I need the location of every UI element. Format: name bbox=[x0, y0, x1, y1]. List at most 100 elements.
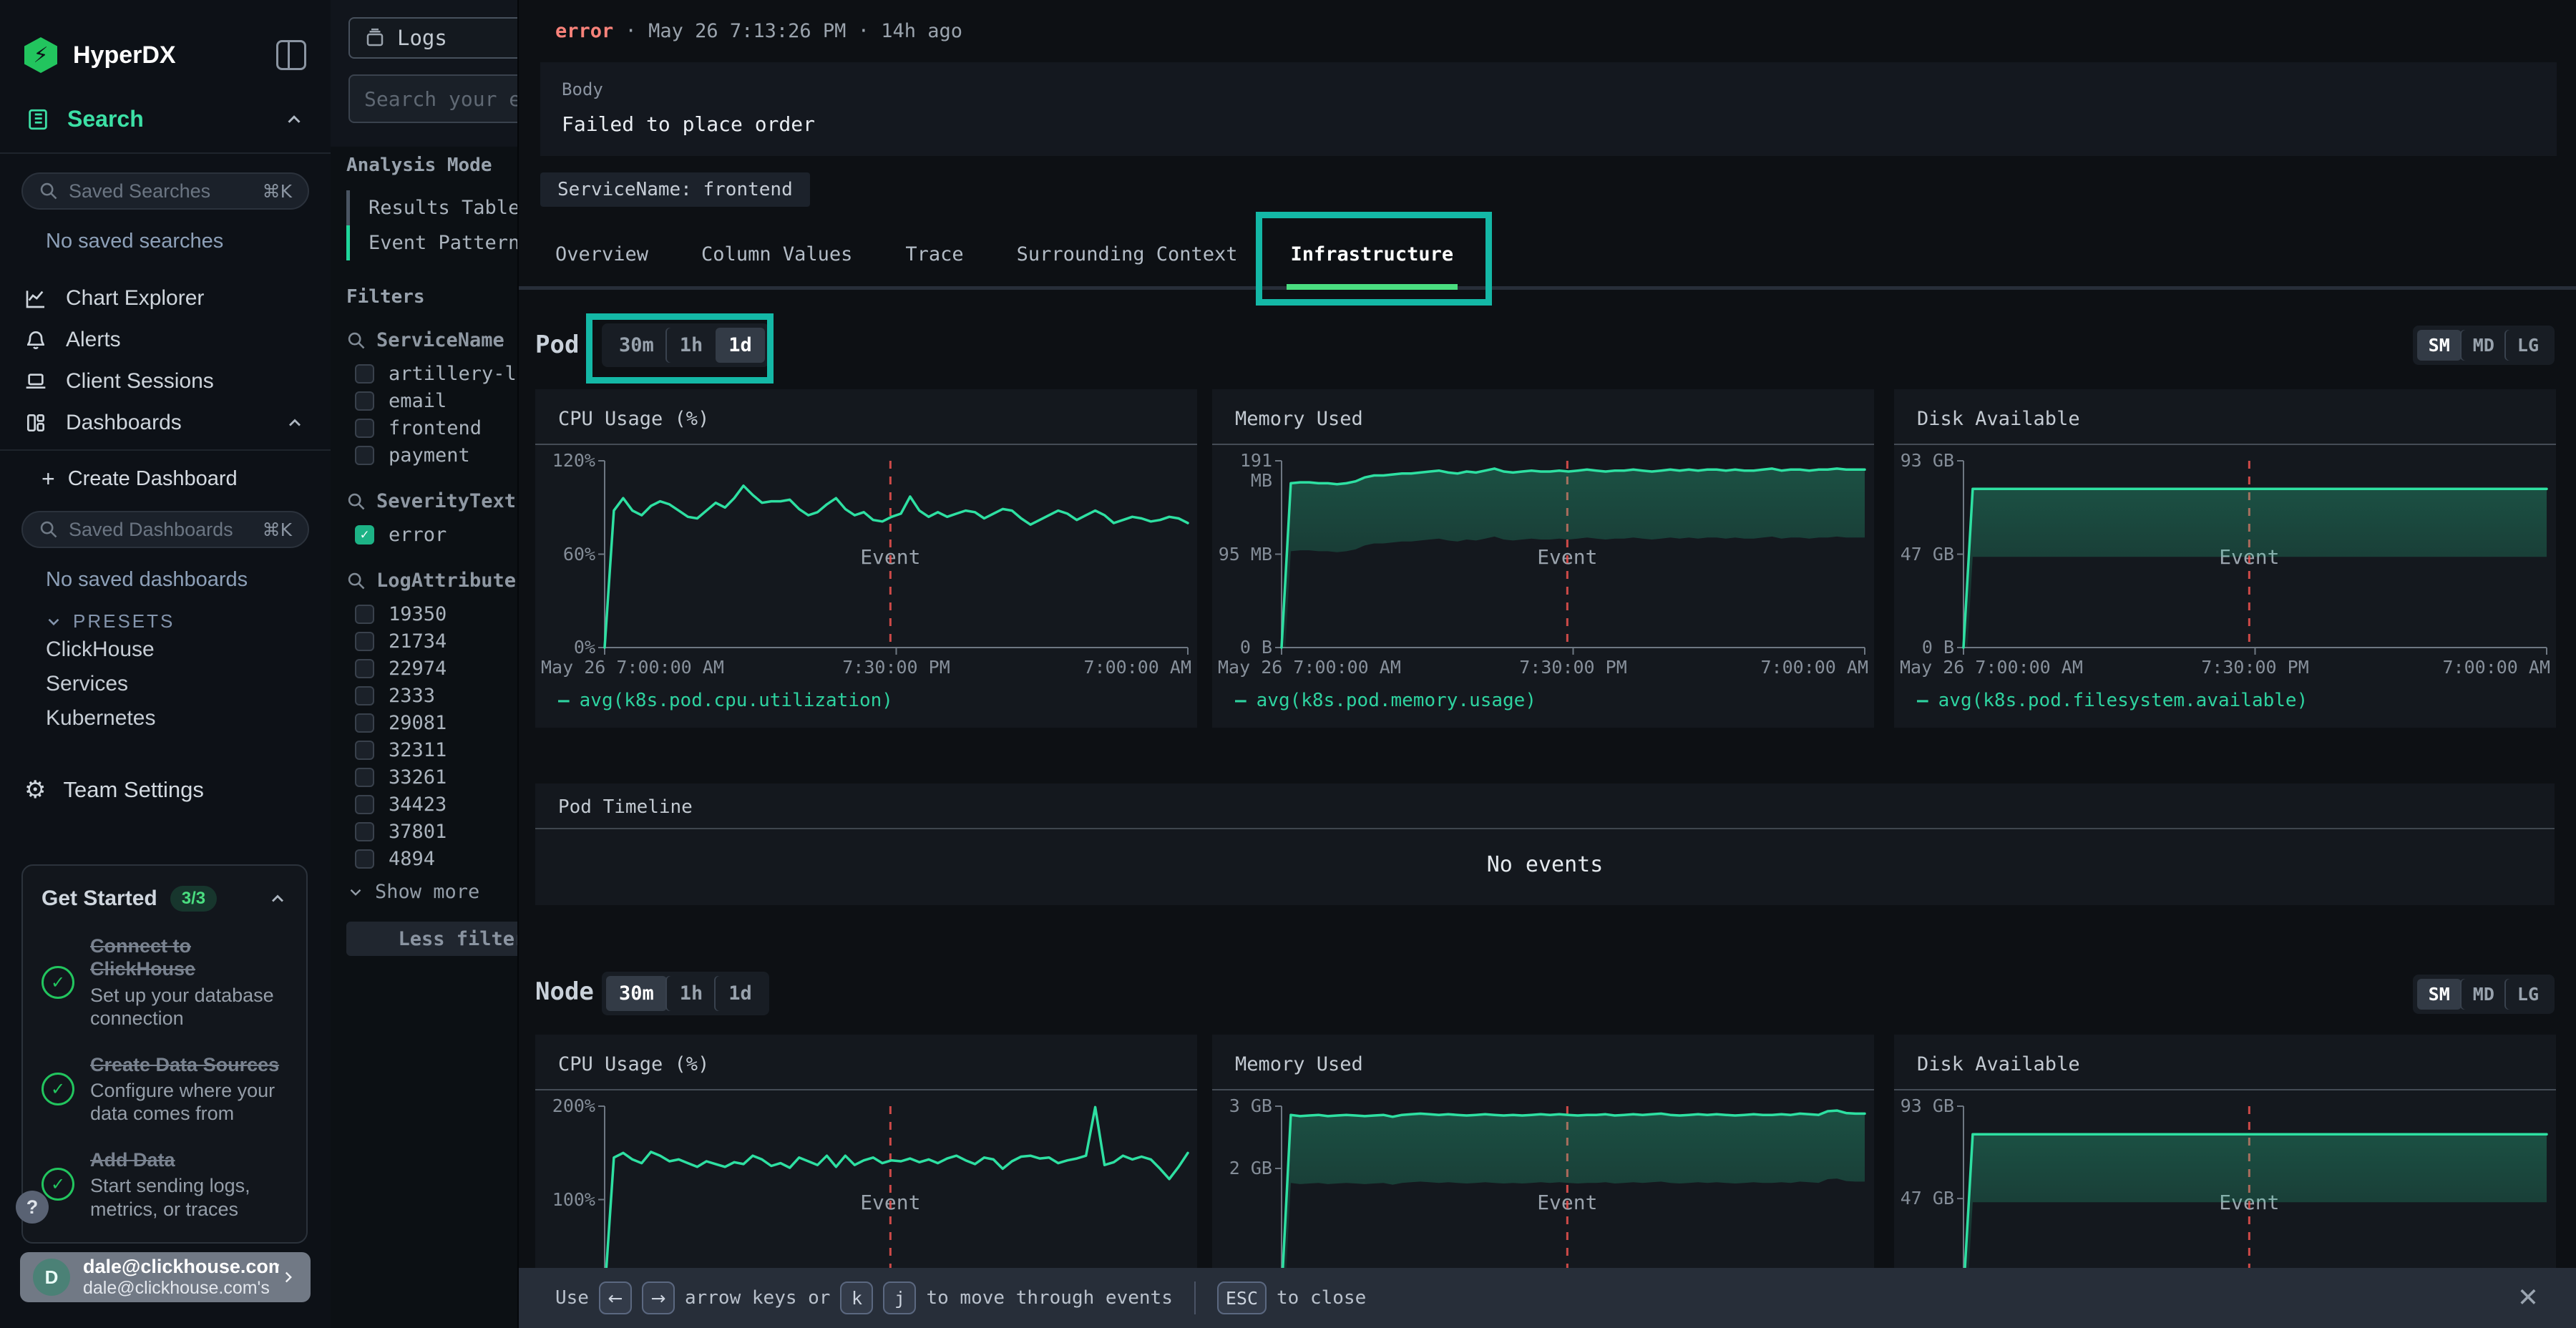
search-icon bbox=[346, 571, 366, 591]
get-started-item[interactable]: ✓Create Data SourcesConfigure where your… bbox=[42, 1053, 288, 1126]
sidebar-item-chart-explorer[interactable]: Chart Explorer bbox=[0, 278, 331, 319]
close-icon[interactable]: ✕ bbox=[2517, 1284, 2539, 1313]
tab-surrounding-context[interactable]: Surrounding Context bbox=[1017, 222, 1238, 286]
facet-name: LogAttributes bbox=[376, 570, 527, 592]
user-menu[interactable]: D dale@clickhouse.com dale@clickhouse.co… bbox=[20, 1252, 311, 1302]
node-range-1d[interactable]: 1d bbox=[716, 976, 765, 1011]
node-size-md[interactable]: MD bbox=[2462, 979, 2506, 1010]
pod-timeline-card: Pod Timeline No events bbox=[535, 783, 2555, 905]
tab-trace[interactable]: Trace bbox=[905, 222, 963, 286]
checkbox[interactable] bbox=[355, 849, 374, 869]
j-key[interactable]: j bbox=[883, 1281, 916, 1314]
pod-range-30m[interactable]: 30m bbox=[606, 328, 667, 363]
chevron-up-icon[interactable] bbox=[283, 109, 305, 130]
get-started-item-desc: Configure where your data comes from bbox=[90, 1079, 288, 1126]
checkbox[interactable] bbox=[355, 822, 374, 841]
divider bbox=[1194, 1281, 1196, 1314]
sidebar-item-alerts[interactable]: Alerts bbox=[0, 319, 331, 361]
legend-series-name: avg(k8s.pod.filesystem.available) bbox=[1938, 690, 2308, 711]
sidebar-item-search[interactable]: Search bbox=[0, 106, 331, 132]
checkbox[interactable] bbox=[355, 768, 374, 787]
app-title: HyperDX bbox=[73, 42, 276, 69]
presets-toggle[interactable]: PRESETS bbox=[44, 610, 331, 633]
tab-infrastructure[interactable]: Infrastructure bbox=[1291, 222, 1454, 286]
pod-memory-chart-card: Memory Used191 MB95 MB0 BMay 26 7:00:00 … bbox=[1212, 389, 1874, 728]
checkbox[interactable] bbox=[355, 419, 374, 438]
help-label: ? bbox=[26, 1196, 39, 1219]
sidebar-item-dashboards[interactable]: Dashboards bbox=[0, 402, 331, 444]
node-range-30m[interactable]: 30m bbox=[606, 976, 667, 1011]
sidebar-item-team-settings[interactable]: ⚙ Team Settings bbox=[0, 776, 331, 804]
sidebar-item-preset-kubernetes[interactable]: Kubernetes bbox=[46, 701, 331, 736]
get-started-item[interactable]: ✓Connect to ClickHouseSet up your databa… bbox=[42, 934, 288, 1030]
pod-size-sm[interactable]: SM bbox=[2417, 330, 2462, 361]
left-arrow-key[interactable]: ← bbox=[599, 1281, 632, 1314]
node-size-lg[interactable]: LG bbox=[2506, 979, 2550, 1010]
show-more-label: Show more bbox=[375, 881, 479, 903]
chart-legend: —avg(k8s.pod.cpu.utilization) bbox=[558, 690, 893, 711]
create-dashboard-button[interactable]: + Create Dashboard bbox=[0, 458, 331, 499]
shortcut-hint: ⌘K bbox=[263, 181, 292, 202]
filter-option-label: 33261 bbox=[389, 766, 447, 788]
checkbox[interactable] bbox=[355, 686, 374, 706]
chevron-down-icon bbox=[44, 612, 63, 631]
pod-range-1d[interactable]: 1d bbox=[716, 328, 765, 363]
help-button[interactable]: ? bbox=[16, 1191, 49, 1224]
checkbox[interactable] bbox=[355, 741, 374, 760]
filter-option-label: 37801 bbox=[389, 821, 447, 843]
node-size-sm[interactable]: SM bbox=[2417, 979, 2462, 1010]
k-key[interactable]: k bbox=[840, 1281, 873, 1314]
tab-overview[interactable]: Overview bbox=[555, 222, 648, 286]
get-started-item[interactable]: ✓Add DataStart sending logs, metrics, or… bbox=[42, 1148, 288, 1221]
checkbox-checked[interactable]: ✓ bbox=[355, 525, 374, 545]
tab-column-values[interactable]: Column Values bbox=[701, 222, 852, 286]
pod-cpu-chart-card: CPU Usage (%)120%60%0%May 26 7:00:00 AM7… bbox=[535, 389, 1197, 728]
footer-text: to move through events bbox=[926, 1287, 1172, 1309]
detail-tabs: Overview Column Values Trace Surrounding Co… bbox=[519, 222, 2576, 290]
checkbox[interactable] bbox=[355, 364, 374, 384]
filter-option-label: 19350 bbox=[389, 603, 447, 625]
severity-badge: error bbox=[555, 20, 613, 42]
checkbox[interactable] bbox=[355, 795, 374, 814]
filter-option-label: 29081 bbox=[389, 712, 447, 734]
pod-size-lg[interactable]: LG bbox=[2506, 330, 2550, 361]
search-icon bbox=[39, 181, 59, 201]
pod-time-range-control: 30m1h1d bbox=[602, 323, 769, 367]
facet-name: ServiceName bbox=[376, 329, 504, 351]
esc-key[interactable]: ESC bbox=[1217, 1281, 1267, 1314]
checkbox[interactable] bbox=[355, 632, 374, 651]
chevron-up-icon[interactable] bbox=[268, 889, 288, 909]
search-icon bbox=[346, 492, 366, 512]
checkbox[interactable] bbox=[355, 605, 374, 624]
divider bbox=[535, 828, 2555, 829]
plus-icon: + bbox=[42, 466, 55, 492]
saved-searches-input[interactable]: Saved Searches ⌘K bbox=[21, 172, 309, 210]
footer-text: Use bbox=[555, 1287, 589, 1309]
search-icon bbox=[346, 331, 366, 351]
sidebar-item-label: Client Sessions bbox=[66, 369, 305, 394]
checkbox[interactable] bbox=[355, 659, 374, 678]
get-started-item-text: Connect to ClickHouseSet up your databas… bbox=[90, 934, 288, 1030]
pod-section-title: Pod bbox=[535, 331, 579, 359]
laptop-icon bbox=[24, 370, 47, 393]
pod-size-md[interactable]: MD bbox=[2462, 330, 2506, 361]
sidebar-item-preset-services[interactable]: Services bbox=[46, 667, 331, 701]
sidebar-item-preset-clickhouse[interactable]: ClickHouse bbox=[46, 633, 331, 667]
chevron-up-icon[interactable] bbox=[285, 413, 305, 433]
node-range-1h[interactable]: 1h bbox=[667, 976, 716, 1011]
body-label: Body bbox=[562, 79, 2535, 99]
collapse-sidebar-icon[interactable] bbox=[276, 40, 306, 70]
hyperdx-logo-icon: ⚡ bbox=[24, 37, 57, 73]
checkbox[interactable] bbox=[355, 391, 374, 411]
get-started-item-title: Add Data bbox=[90, 1148, 288, 1171]
pod-timeline-title: Pod Timeline bbox=[558, 796, 693, 818]
checkbox[interactable] bbox=[355, 713, 374, 733]
divider bbox=[0, 152, 331, 154]
service-name-chip[interactable]: ServiceName: frontend bbox=[540, 172, 810, 207]
no-saved-searches-text: No saved searches bbox=[46, 230, 331, 253]
right-arrow-key[interactable]: → bbox=[642, 1281, 675, 1314]
sidebar-item-client-sessions[interactable]: Client Sessions bbox=[0, 361, 331, 402]
pod-range-1h[interactable]: 1h bbox=[667, 328, 716, 363]
saved-dashboards-input[interactable]: Saved Dashboards ⌘K bbox=[21, 511, 309, 548]
checkbox[interactable] bbox=[355, 446, 374, 465]
